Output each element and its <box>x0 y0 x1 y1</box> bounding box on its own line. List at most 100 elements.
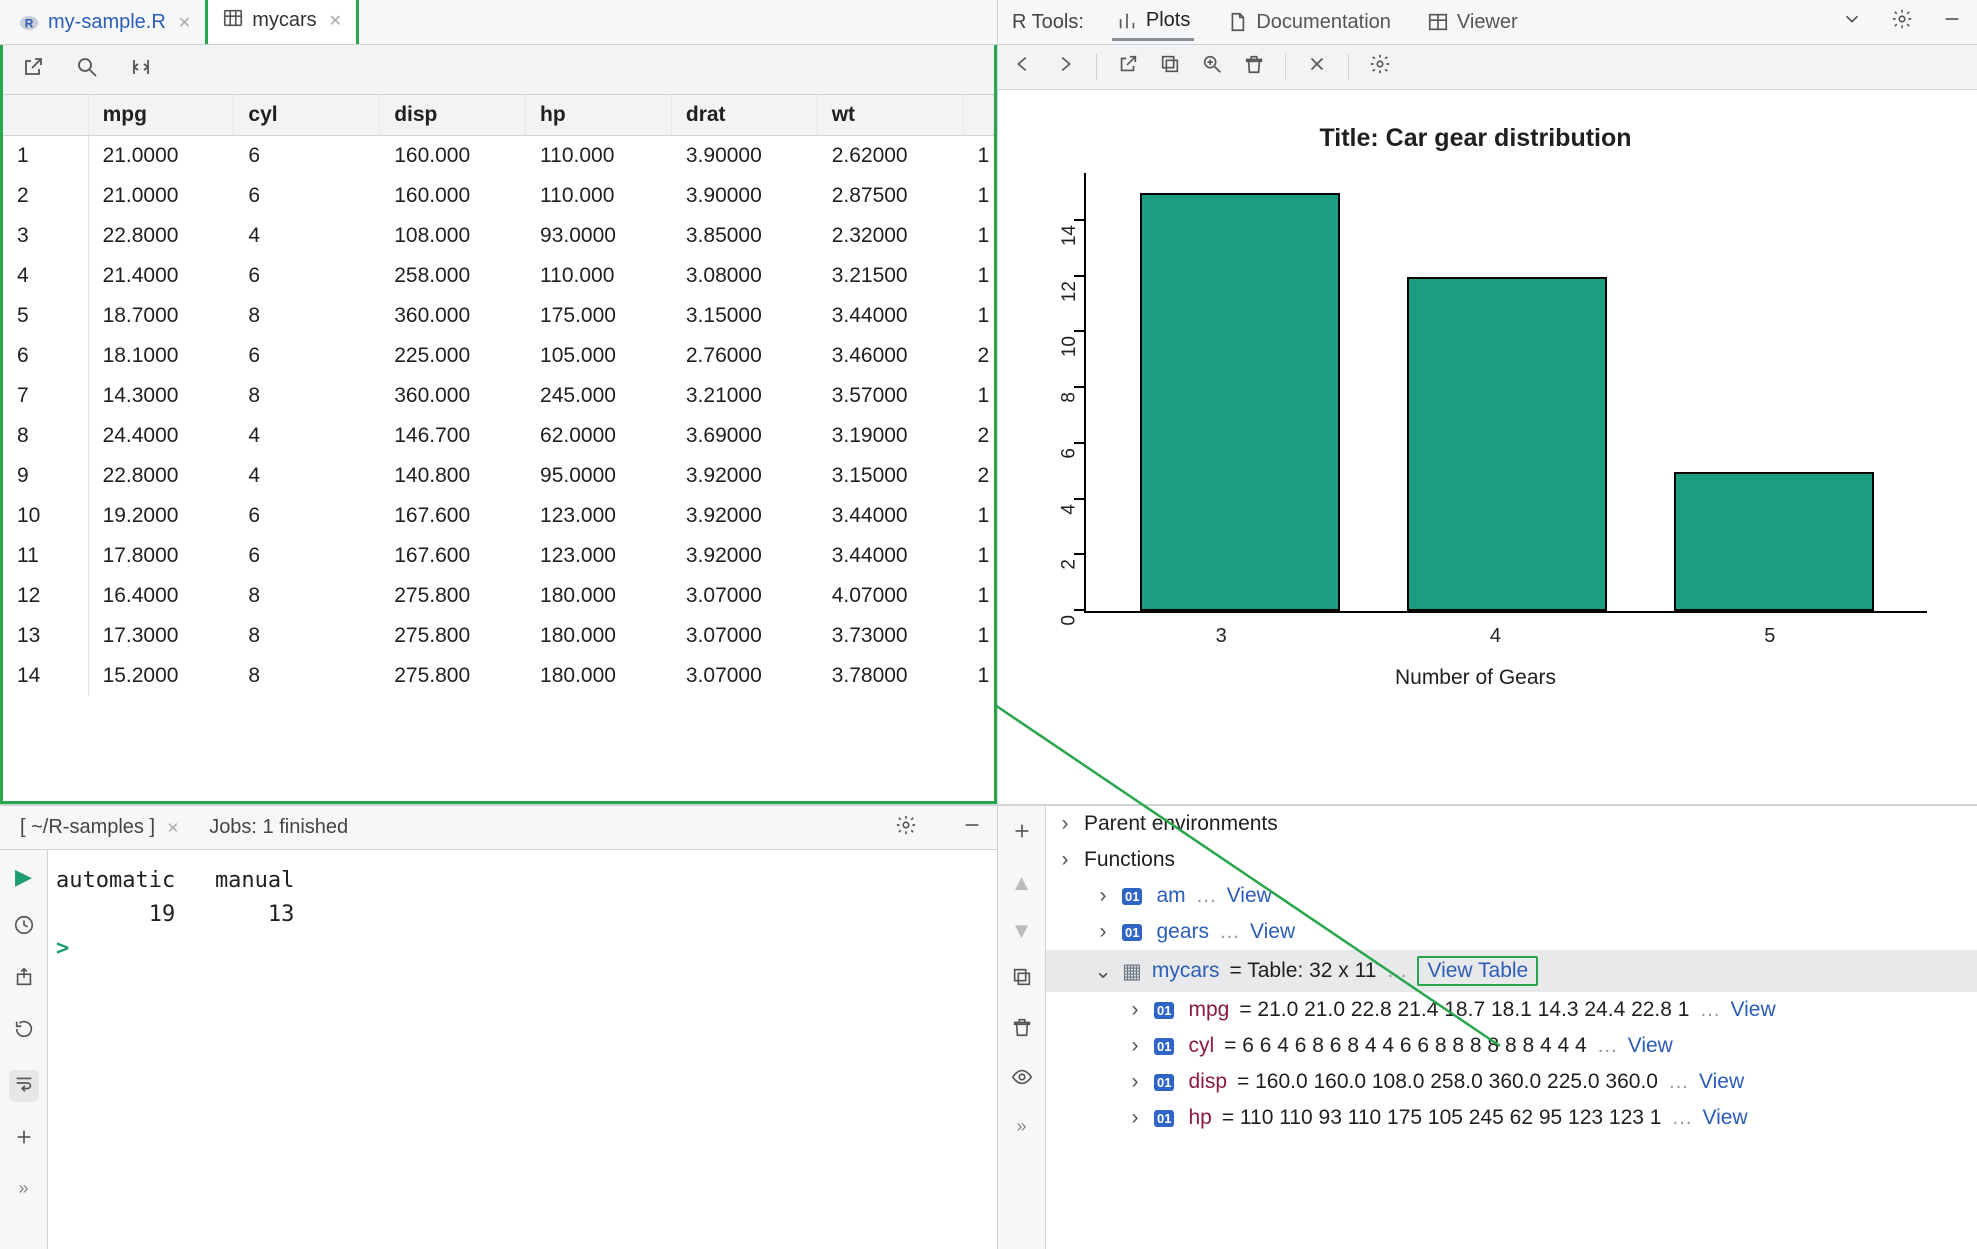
cell: 225.000 <box>380 336 526 376</box>
cell: 180.000 <box>526 656 672 696</box>
column-header[interactable]: drat <box>671 95 817 136</box>
environment-panel[interactable]: ›Parent environments›Functions›01am … Vi… <box>1046 806 1977 1249</box>
cell: 4 <box>234 416 380 456</box>
close-icon[interactable]: ✕ <box>178 13 191 33</box>
zoom-icon[interactable] <box>1201 53 1223 81</box>
gear-icon[interactable] <box>1369 53 1391 81</box>
minimize-icon[interactable] <box>961 814 983 842</box>
column-header[interactable]: cyl <box>234 95 380 136</box>
column-header[interactable]: hp <box>526 95 672 136</box>
close-icon[interactable]: ✕ <box>329 11 342 31</box>
table-icon <box>222 7 244 34</box>
table-row[interactable]: 922.80004140.80095.00003.920003.150002 <box>3 456 994 496</box>
gear-icon[interactable] <box>1891 8 1913 36</box>
pagination-icon[interactable] <box>129 55 153 85</box>
minimize-icon[interactable] <box>1941 8 1963 36</box>
soft-wrap-icon[interactable] <box>9 1070 39 1102</box>
gear-icon[interactable] <box>895 814 917 842</box>
cell: 180.000 <box>526 576 672 616</box>
column-header[interactable] <box>3 95 88 136</box>
cell: 3.21500 <box>817 256 963 296</box>
close-icon[interactable] <box>1306 53 1328 81</box>
editor-tabbar: R my-sample.R ✕ mycars ✕ <box>0 0 997 45</box>
cell: 2.87500 <box>817 176 963 216</box>
forward-icon[interactable] <box>1054 53 1076 81</box>
env-var-am[interactable]: ›01am … View <box>1046 878 1977 914</box>
env-col-disp[interactable]: ›01disp = 160.0 160.0 108.0 258.0 360.0 … <box>1046 1064 1977 1100</box>
y-tick-label: 14 <box>1059 225 1081 246</box>
column-header[interactable]: disp <box>380 95 526 136</box>
env-col-hp[interactable]: ›01hp = 110 110 93 110 175 105 245 62 95… <box>1046 1100 1977 1136</box>
tab-plots[interactable]: Plots <box>1112 3 1194 41</box>
table-row[interactable]: 824.40004146.70062.00003.690003.190002 <box>3 416 994 456</box>
column-header[interactable]: wt <box>817 95 963 136</box>
column-header[interactable] <box>963 95 993 136</box>
eye-icon[interactable] <box>1011 1066 1033 1094</box>
tab-mycars[interactable]: mycars ✕ <box>205 0 359 44</box>
env-functions[interactable]: ›Functions <box>1046 842 1977 878</box>
env-var-mycars[interactable]: ⌄▦ mycars = Table: 32 x 11 … View Table <box>1046 950 1977 992</box>
y-tick-label: 6 <box>1059 448 1081 459</box>
table-row[interactable]: 1317.30008275.800180.0003.070003.730001 <box>3 616 994 656</box>
tab-viewer[interactable]: Viewer <box>1423 5 1522 40</box>
table-row[interactable]: 714.30008360.000245.0003.210003.570001 <box>3 376 994 416</box>
tab-jobs[interactable]: Jobs: 1 finished <box>209 816 348 839</box>
back-icon[interactable] <box>1012 53 1034 81</box>
copy-icon[interactable] <box>1011 966 1033 994</box>
restart-icon[interactable] <box>13 1018 35 1046</box>
plus-icon[interactable] <box>1011 820 1033 848</box>
more-icon[interactable]: » <box>18 1178 28 1199</box>
cell: 3.92000 <box>671 496 817 536</box>
chevron-down-icon[interactable] <box>1841 8 1863 36</box>
cell: 8 <box>234 296 380 336</box>
row-index: 1 <box>3 136 88 177</box>
triangle-down-icon[interactable]: ▼ <box>1011 918 1033 944</box>
table-row[interactable]: 121.00006160.000110.0003.900002.620001 <box>3 136 994 177</box>
cell: 6 <box>234 256 380 296</box>
env-col-mpg[interactable]: ›01mpg = 21.0 21.0 22.8 21.4 18.7 18.1 1… <box>1046 992 1977 1028</box>
console-output[interactable]: automatic manual 19 13 > <box>48 850 997 1249</box>
table-row[interactable]: 1415.20008275.800180.0003.070003.780001 <box>3 656 994 696</box>
tab-documentation[interactable]: Documentation <box>1222 5 1395 40</box>
table-row[interactable]: 421.40006258.000110.0003.080003.215001 <box>3 256 994 296</box>
popout-icon[interactable] <box>21 55 45 85</box>
history-icon[interactable] <box>13 914 35 942</box>
row-index: 4 <box>3 256 88 296</box>
table-row[interactable]: 518.70008360.000175.0003.150003.440001 <box>3 296 994 336</box>
column-header[interactable]: mpg <box>88 95 234 136</box>
env-parent-environments[interactable]: ›Parent environments <box>1046 806 1977 842</box>
popout-icon[interactable] <box>1117 53 1139 81</box>
cell: 3.90000 <box>671 136 817 177</box>
table-row[interactable]: 1216.40008275.800180.0003.070004.070001 <box>3 576 994 616</box>
close-icon[interactable]: ✕ <box>167 820 180 837</box>
env-var-gears[interactable]: ›01gears … View <box>1046 914 1977 950</box>
trash-icon[interactable] <box>1011 1016 1033 1044</box>
cell: 180.000 <box>526 616 672 656</box>
table-row[interactable]: 1019.20006167.600123.0003.920003.440001 <box>3 496 994 536</box>
data-grid[interactable]: mpgcyldisphpdratwt121.00006160.000110.00… <box>3 95 994 801</box>
table-row[interactable]: 221.00006160.000110.0003.900002.875001 <box>3 176 994 216</box>
document-icon <box>1226 11 1248 33</box>
trash-icon[interactable] <box>1243 53 1265 81</box>
table-row[interactable]: 618.10006225.000105.0002.760003.460002 <box>3 336 994 376</box>
cell: 3.07000 <box>671 576 817 616</box>
search-icon[interactable] <box>75 55 99 85</box>
svg-text:R: R <box>25 16 34 30</box>
cell: 258.000 <box>380 256 526 296</box>
cell: 3.73000 <box>817 616 963 656</box>
copy-icon[interactable] <box>1159 53 1181 81</box>
tab-my-sample[interactable]: R my-sample.R ✕ <box>4 3 205 44</box>
cell: 21.4000 <box>88 256 234 296</box>
cell: 3.44000 <box>817 296 963 336</box>
cell: 167.600 <box>380 536 526 576</box>
triangle-up-icon[interactable]: ▲ <box>1011 870 1033 896</box>
table-row[interactable]: 1117.80006167.600123.0003.920003.440001 <box>3 536 994 576</box>
table-row[interactable]: 322.80004108.00093.00003.850002.320001 <box>3 216 994 256</box>
more-icon[interactable]: » <box>1016 1116 1026 1137</box>
plus-icon[interactable] <box>13 1126 35 1154</box>
export-icon[interactable] <box>13 966 35 994</box>
env-col-cyl[interactable]: ›01cyl = 6 6 4 6 8 6 8 4 4 6 6 8 8 8 8 8… <box>1046 1028 1977 1064</box>
play-icon[interactable]: ▶ <box>15 864 32 890</box>
tab-console[interactable]: [ ~/R-samples ] ✕ <box>20 816 179 839</box>
rtools-label: R Tools: <box>1012 11 1084 34</box>
